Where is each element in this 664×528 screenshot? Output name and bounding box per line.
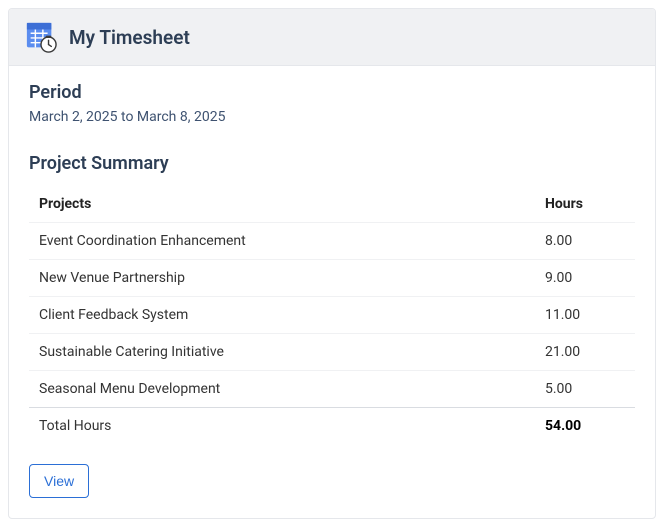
project-name-cell: Client Feedback System	[29, 297, 535, 334]
period-range: March 2, 2025 to March 8, 2025	[29, 109, 635, 125]
project-name-cell: Seasonal Menu Development	[29, 371, 535, 408]
project-summary-table: Projects Hours Event Coordination Enhanc…	[29, 186, 635, 444]
table-row: Sustainable Catering Initiative 21.00	[29, 334, 635, 371]
column-header-projects: Projects	[29, 186, 535, 223]
project-name-cell: New Venue Partnership	[29, 260, 535, 297]
card-body: Period March 2, 2025 to March 8, 2025 Pr…	[9, 66, 655, 518]
summary-heading: Project Summary	[29, 153, 635, 174]
card-header: My Timesheet	[9, 9, 655, 66]
page-title: My Timesheet	[69, 26, 190, 49]
table-row: Event Coordination Enhancement 8.00	[29, 223, 635, 260]
view-button[interactable]: View	[29, 464, 89, 498]
project-hours-cell: 5.00	[535, 371, 635, 408]
table-row: New Venue Partnership 9.00	[29, 260, 635, 297]
period-heading: Period	[29, 82, 635, 103]
project-hours-cell: 11.00	[535, 297, 635, 334]
project-hours-cell: 9.00	[535, 260, 635, 297]
project-hours-cell: 8.00	[535, 223, 635, 260]
table-row: Client Feedback System 11.00	[29, 297, 635, 334]
total-row: Total Hours 54.00	[29, 408, 635, 445]
project-name-cell: Event Coordination Enhancement	[29, 223, 535, 260]
table-header-row: Projects Hours	[29, 186, 635, 223]
timesheet-icon	[25, 21, 57, 53]
project-name-cell: Sustainable Catering Initiative	[29, 334, 535, 371]
total-label-cell: Total Hours	[29, 408, 535, 445]
total-hours-cell: 54.00	[535, 408, 635, 445]
timesheet-card: My Timesheet Period March 2, 2025 to Mar…	[8, 8, 656, 519]
project-hours-cell: 21.00	[535, 334, 635, 371]
table-row: Seasonal Menu Development 5.00	[29, 371, 635, 408]
column-header-hours: Hours	[535, 186, 635, 223]
